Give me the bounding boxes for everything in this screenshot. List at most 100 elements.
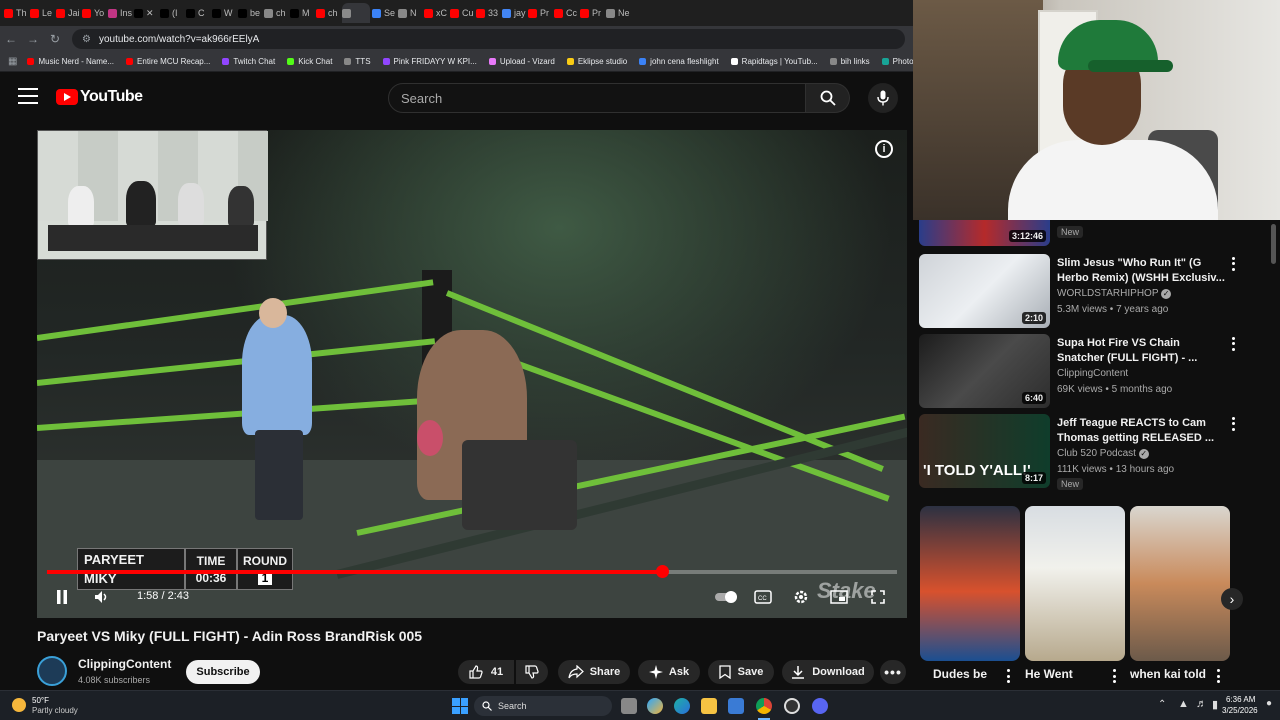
- edge-icon[interactable]: [674, 698, 690, 714]
- download-button[interactable]: Download: [782, 660, 874, 684]
- browser-tab[interactable]: (I: [160, 3, 184, 23]
- subscribe-button[interactable]: Subscribe: [186, 660, 260, 684]
- bookmark-item[interactable]: Photopea: [881, 57, 913, 66]
- more-vertical-icon[interactable]: [1111, 669, 1117, 683]
- browser-tab[interactable]: M: [290, 3, 314, 23]
- channel-name[interactable]: ClippingContent: [78, 657, 171, 671]
- search-button[interactable]: [806, 83, 850, 113]
- short-thumbnail[interactable]: [1130, 506, 1230, 661]
- discord-icon[interactable]: [812, 698, 828, 714]
- shorts-next-button[interactable]: ›: [1221, 588, 1243, 610]
- network-icon[interactable]: ▲: [1178, 698, 1189, 710]
- short-title[interactable]: Dudes be: [933, 667, 987, 681]
- info-icon[interactable]: i: [875, 140, 893, 158]
- channel-avatar[interactable]: [37, 656, 67, 686]
- browser-tab[interactable]: Th: [4, 3, 28, 23]
- forward-icon[interactable]: →: [22, 32, 44, 46]
- bookmark-item[interactable]: Music Nerd - Name...: [27, 57, 114, 66]
- voice-search-button[interactable]: [868, 83, 898, 113]
- more-vertical-icon[interactable]: [1227, 336, 1239, 352]
- bookmark-item[interactable]: Kick Chat: [287, 57, 332, 66]
- browser-tab[interactable]: Ne: [606, 3, 630, 23]
- miniplayer-button[interactable]: [828, 586, 850, 608]
- browser-tab[interactable]: Ins: [108, 3, 132, 23]
- url-field[interactable]: ⚙ youtube.com/watch?v=ak966rEElyA: [72, 29, 905, 49]
- video-title[interactable]: Slim Jesus "Who Run It" (G Herbo Remix) …: [1057, 256, 1227, 286]
- volume-button[interactable]: [91, 586, 113, 608]
- system-tray-chevron-icon[interactable]: ⌃: [1158, 699, 1166, 710]
- browser-tab[interactable]: Jai: [56, 3, 80, 23]
- browser-tab[interactable]: W: [212, 3, 236, 23]
- channel-name[interactable]: Club 520 Podcast ✓: [1057, 448, 1149, 459]
- clock-time[interactable]: 6:36 AM: [1226, 695, 1255, 704]
- copilot-icon[interactable]: [647, 698, 663, 714]
- weather-icon[interactable]: [12, 698, 26, 712]
- browser-tab[interactable]: 33: [476, 3, 500, 23]
- store-icon[interactable]: [728, 698, 744, 714]
- bookmark-item[interactable]: bih links: [829, 57, 870, 66]
- channel-name[interactable]: ClippingContent: [1057, 368, 1128, 379]
- video-thumbnail[interactable]: 'I TOLD Y'ALL!' 8:17: [919, 414, 1050, 488]
- short-title[interactable]: when kai told: [1130, 667, 1206, 681]
- fullscreen-button[interactable]: [867, 586, 889, 608]
- short-title[interactable]: He Went: [1025, 667, 1073, 681]
- short-thumbnail[interactable]: [1025, 506, 1125, 661]
- bookmark-item[interactable]: Rapidtags | YouTub...: [730, 57, 818, 66]
- bookmark-item[interactable]: Pink FRIDAYY W KPI...: [382, 57, 477, 66]
- bookmark-item[interactable]: Entire MCU Recap...: [126, 57, 210, 66]
- short-thumbnail[interactable]: [920, 506, 1020, 661]
- settings-button[interactable]: [790, 586, 812, 608]
- browser-tab[interactable]: N: [398, 3, 422, 23]
- task-view-icon[interactable]: [621, 698, 637, 714]
- browser-tab[interactable]: ch: [316, 3, 340, 23]
- browser-tab[interactable]: Yo: [82, 3, 106, 23]
- browser-tab[interactable]: Le: [30, 3, 54, 23]
- notification-bell-icon[interactable]: ●: [1266, 698, 1272, 709]
- sidebar-scrollbar[interactable]: [1271, 224, 1276, 264]
- taskbar-search[interactable]: Search: [474, 696, 612, 716]
- more-vertical-icon[interactable]: [1005, 669, 1011, 683]
- clock-date[interactable]: 3/25/2026: [1222, 706, 1258, 715]
- recommendation-item[interactable]: 6:40 Supa Hot Fire VS Chain Snatcher (FU…: [919, 334, 1259, 408]
- save-button[interactable]: Save: [708, 660, 774, 684]
- video-thumbnail[interactable]: 2:10: [919, 254, 1050, 328]
- recommendation-partial[interactable]: 3:12:46 New: [919, 220, 1259, 246]
- back-icon[interactable]: ←: [0, 32, 22, 46]
- share-button[interactable]: Share: [558, 660, 630, 684]
- video-thumbnail[interactable]: 6:40: [919, 334, 1050, 408]
- ask-button[interactable]: Ask: [638, 660, 700, 684]
- channel-name[interactable]: WORLDSTARHIPHOP ✓: [1057, 288, 1172, 299]
- progress-bar[interactable]: [47, 565, 897, 578]
- more-actions-button[interactable]: •••: [880, 660, 906, 684]
- browser-tab[interactable]: Cc: [554, 3, 578, 23]
- video-player[interactable]: i PARYEET MIKY TIME 00:36 ROUND 1 Stake …: [37, 130, 907, 618]
- windows-start-icon[interactable]: [452, 698, 468, 714]
- dislike-button[interactable]: [516, 660, 548, 684]
- browser-tab[interactable]: xC: [424, 3, 448, 23]
- menu-icon[interactable]: [18, 88, 38, 104]
- obs-icon[interactable]: [784, 698, 800, 714]
- more-vertical-icon[interactable]: [1227, 416, 1239, 432]
- video-title[interactable]: Supa Hot Fire VS Chain Snatcher (FULL FI…: [1057, 336, 1227, 366]
- bookmark-item[interactable]: TTS: [344, 57, 371, 66]
- browser-tab[interactable]: Pr: [528, 3, 552, 23]
- apps-icon[interactable]: ▦: [8, 56, 17, 67]
- volume-icon[interactable]: ♬: [1196, 698, 1207, 710]
- browser-tab[interactable]: be: [238, 3, 262, 23]
- file-explorer-icon[interactable]: [701, 698, 717, 714]
- video-thumbnail[interactable]: 3:12:46: [919, 220, 1050, 246]
- battery-icon[interactable]: ▮: [1212, 698, 1218, 711]
- browser-tab[interactable]: C: [186, 3, 210, 23]
- captions-button[interactable]: CC: [752, 586, 774, 608]
- search-input[interactable]: [388, 83, 806, 113]
- reload-icon[interactable]: ↻: [44, 32, 66, 46]
- video-title[interactable]: Jeff Teague REACTS to Cam Thomas getting…: [1057, 416, 1227, 446]
- recommendation-item[interactable]: 'I TOLD Y'ALL!' 8:17 Jeff Teague REACTS …: [919, 414, 1259, 490]
- browser-tab[interactable]: Pr: [580, 3, 604, 23]
- browser-tab[interactable]: jay: [502, 3, 526, 23]
- chrome-icon[interactable]: [756, 698, 772, 714]
- browser-tab[interactable]: [342, 3, 370, 23]
- like-button[interactable]: 41: [458, 660, 514, 684]
- youtube-logo[interactable]: YouTube: [56, 88, 143, 106]
- browser-tab[interactable]: ✕: [134, 3, 158, 23]
